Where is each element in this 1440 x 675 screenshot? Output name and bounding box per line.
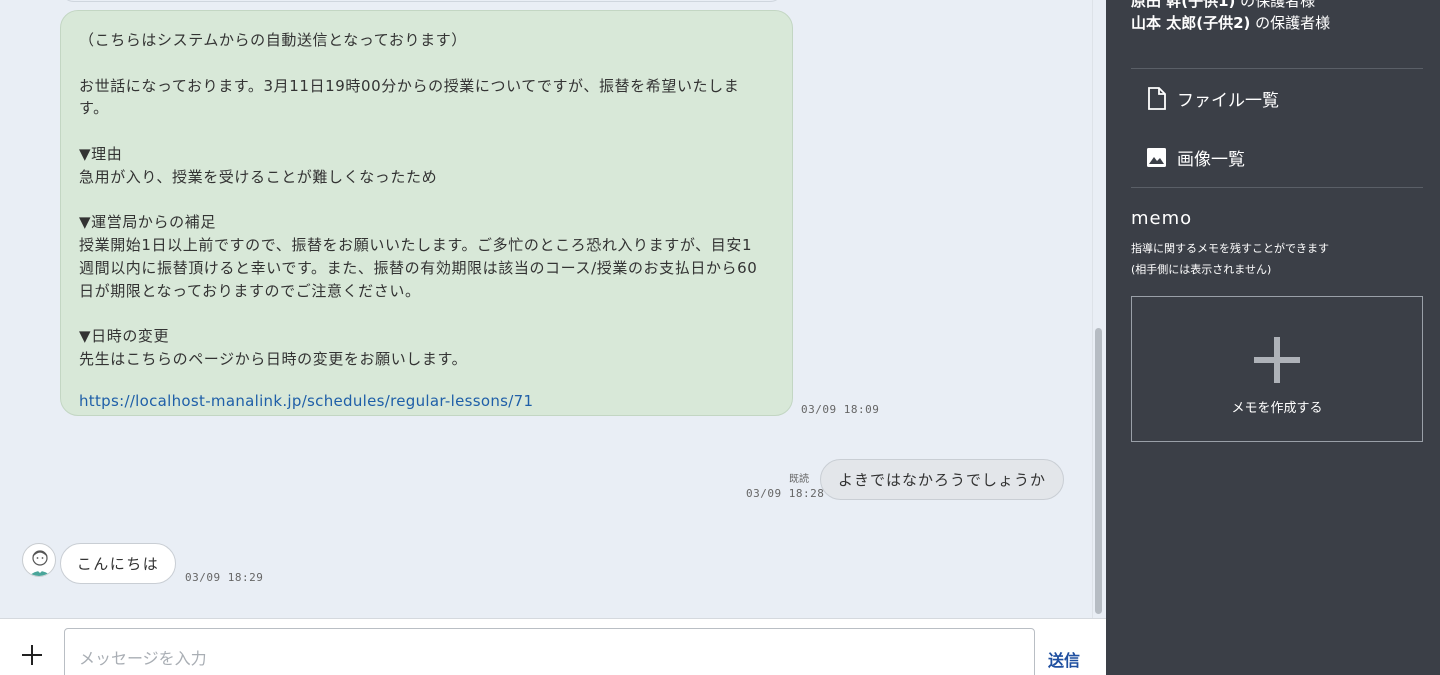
system-message-text: （こちらはシステムからの自動送信となっております） お世話になっております。3月… (79, 31, 758, 369)
file-list-link[interactable]: ファイル一覧 (1146, 86, 1279, 111)
memo-description: 指導に関するメモを残すことができます (相手側には表示されません) (1131, 238, 1329, 280)
scrollbar-thumb[interactable] (1095, 328, 1102, 614)
my-message-time: 03/09 18:28 (746, 487, 825, 500)
other-message-bubble: こんにちは (60, 543, 176, 584)
guardian-name: 原田 幹(子供1) (1131, 0, 1236, 10)
memo-description-line: (相手側には表示されません) (1131, 263, 1272, 276)
image-list-link[interactable]: 画像一覧 (1146, 145, 1245, 170)
guardian-item: 山本 太郎(子供2) の保護者様 (1131, 12, 1330, 33)
system-message-bubble: （こちらはシステムからの自動送信となっております） お世話になっております。3月… (60, 10, 793, 416)
chat-area: （こちらはシステムからの自動送信となっております） お世話になっております。3月… (0, 0, 1106, 618)
guardian-suffix: の保護者様 (1250, 14, 1331, 32)
read-receipt: 既読 (789, 474, 809, 485)
message-input-bar: 送信 (0, 618, 1106, 675)
image-list-label: 画像一覧 (1177, 150, 1245, 170)
previous-message-bubble (60, 0, 784, 2)
plus-icon (22, 645, 42, 665)
memo-title: memo (1131, 208, 1193, 229)
other-message-time: 03/09 18:29 (185, 571, 264, 584)
sidebar: 原田 幹(子供1) の保護者様 山本 太郎(子供2) の保護者様 ファイル一覧 … (1106, 0, 1440, 675)
guardian-item: 原田 幹(子供1) の保護者様 (1131, 0, 1315, 11)
create-memo-button[interactable]: メモを作成する (1131, 296, 1423, 442)
attach-button[interactable] (18, 641, 46, 669)
divider (1131, 68, 1423, 69)
avatar[interactable] (22, 543, 56, 577)
my-message-bubble: よきではなかろうでしょうか (820, 459, 1064, 500)
create-memo-label: メモを作成する (1231, 401, 1323, 416)
avatar-icon (29, 550, 51, 576)
memo-description-line: 指導に関するメモを残すことができます (1131, 242, 1329, 255)
guardian-name: 山本 太郎(子供2) (1131, 14, 1251, 32)
reschedule-link[interactable]: https://localhost-manalink.jp/schedules/… (79, 392, 774, 410)
divider (1131, 187, 1423, 188)
file-list-label: ファイル一覧 (1177, 91, 1279, 111)
system-message-time: 03/09 18:09 (801, 403, 880, 416)
file-icon (1148, 87, 1166, 110)
send-button[interactable]: 送信 (1048, 647, 1080, 671)
guardian-suffix: の保護者様 (1235, 0, 1316, 10)
image-icon (1147, 148, 1166, 167)
plus-icon (1254, 337, 1300, 383)
message-input[interactable] (64, 628, 1035, 675)
